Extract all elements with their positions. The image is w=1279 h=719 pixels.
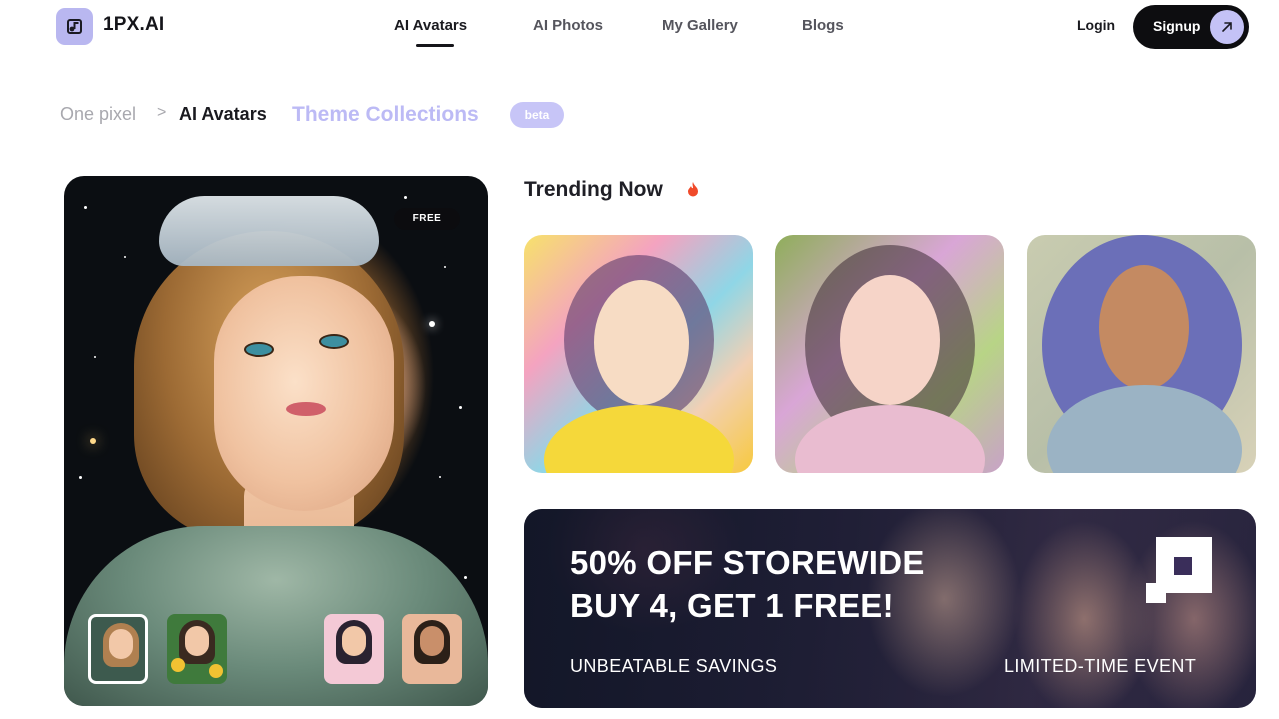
star — [94, 356, 96, 358]
theme-collections-link[interactable]: Theme Collections — [292, 103, 479, 127]
star — [444, 266, 446, 268]
avatar-shoulders — [795, 405, 985, 473]
promo-left-caption: UNBEATABLE SAVINGS — [570, 656, 778, 676]
trending-card-2[interactable] — [775, 235, 1004, 473]
promo-right-caption: LIMITED-TIME EVENT — [1004, 656, 1197, 676]
hero-face — [214, 276, 394, 511]
breadcrumb-current[interactable]: AI Avatars — [179, 104, 267, 125]
hero-thumbnail-1[interactable] — [88, 614, 148, 684]
signup-label: Signup — [1153, 18, 1201, 34]
star — [439, 476, 441, 478]
star — [459, 406, 462, 409]
breadcrumb-separator: > — [157, 104, 167, 121]
promo-banner[interactable]: 50% OFF STOREWIDE BUY 4, GET 1 FREE! UNB… — [524, 509, 1256, 708]
login-link[interactable]: Login — [1077, 17, 1115, 33]
star — [79, 476, 82, 479]
nav-ai-avatars[interactable]: AI Avatars — [394, 17, 467, 34]
avatar-face — [840, 275, 940, 405]
hero-eye-left — [244, 342, 274, 357]
trending-title: Trending Now — [524, 178, 663, 201]
music-note-logo-icon — [67, 19, 82, 34]
hero-thumbnail-2[interactable] — [167, 614, 227, 684]
star — [429, 321, 435, 327]
breadcrumb-home[interactable]: One pixel — [60, 104, 136, 125]
star — [84, 206, 87, 209]
nav-my-gallery[interactable]: My Gallery — [662, 17, 738, 34]
nav-blogs[interactable]: Blogs — [802, 17, 844, 34]
hero-eye-right — [319, 334, 349, 349]
hero-thumbnail-4[interactable] — [402, 614, 462, 684]
promo-subheadline: BUY 4, GET 1 FREE! — [570, 587, 894, 624]
trending-card-3[interactable] — [1027, 235, 1256, 473]
hero-headband — [159, 196, 379, 266]
pixel-logo-icon — [1146, 537, 1212, 603]
nav-active-indicator — [416, 44, 454, 47]
flame-icon — [688, 182, 698, 197]
hero-thumbnail-3[interactable] — [324, 614, 384, 684]
trending-card-1[interactable] — [524, 235, 753, 473]
signup-button[interactable]: Signup — [1133, 5, 1249, 49]
star — [90, 438, 96, 444]
hero-lips — [286, 402, 326, 416]
star — [464, 576, 467, 579]
beta-badge: beta — [510, 102, 564, 128]
brand-name[interactable]: 1PX.AI — [103, 14, 164, 36]
brand-logo[interactable] — [56, 8, 93, 45]
avatar-face — [594, 280, 689, 405]
avatar-face — [1099, 265, 1189, 390]
star — [404, 196, 407, 199]
nav-ai-photos[interactable]: AI Photos — [533, 17, 603, 34]
star — [124, 256, 126, 258]
free-badge: FREE — [394, 208, 460, 230]
promo-headline: 50% OFF STOREWIDE — [570, 544, 925, 581]
arrow-up-right-icon — [1210, 10, 1244, 44]
avatar-shirt — [544, 405, 734, 473]
